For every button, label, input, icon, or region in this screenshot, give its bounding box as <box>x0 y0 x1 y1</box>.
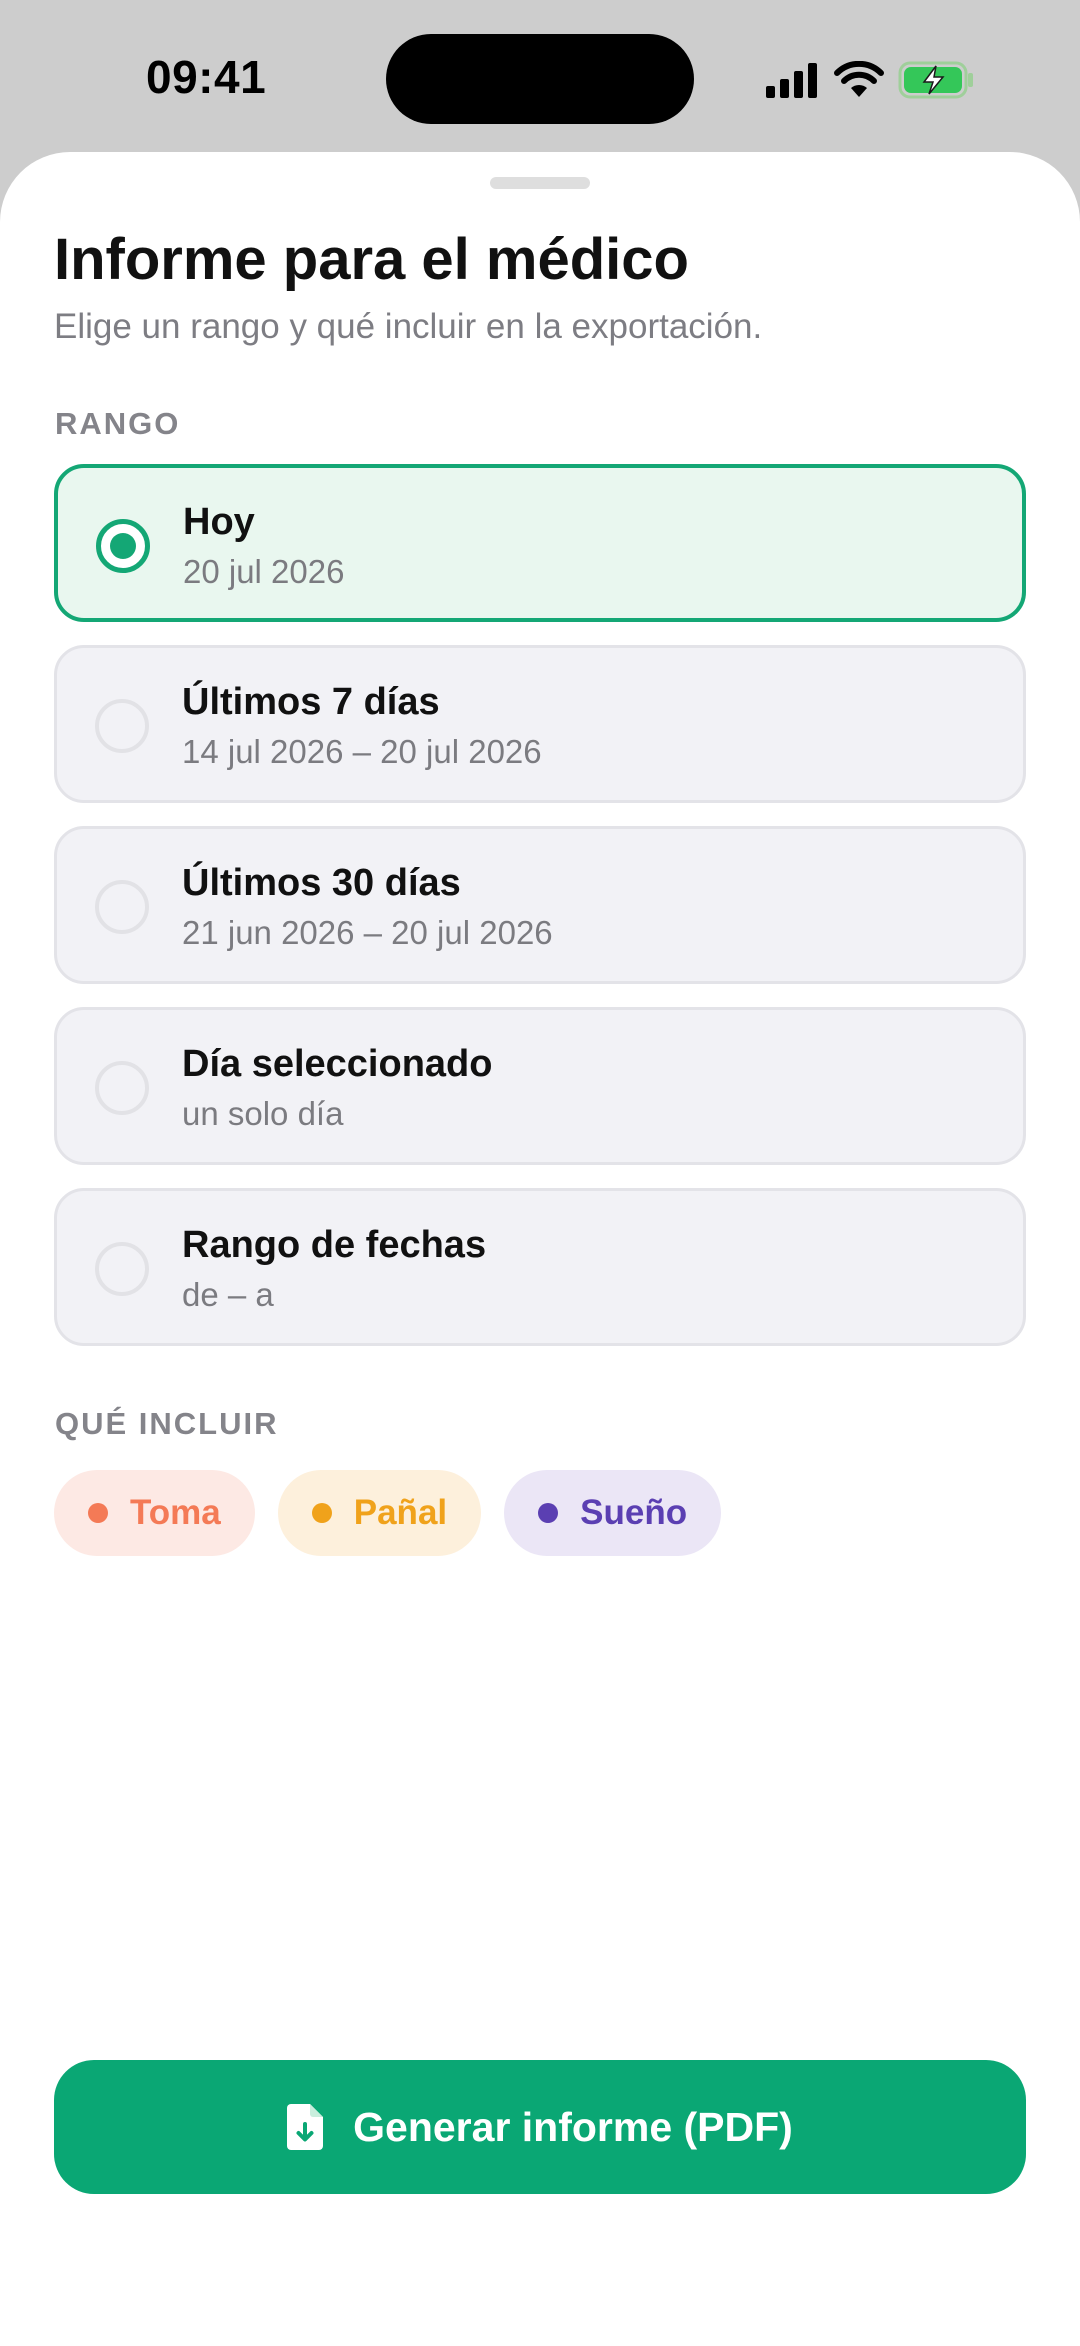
range-option-selected-day[interactable]: Día seleccionado un solo día <box>54 1007 1026 1165</box>
radio-button-selected[interactable] <box>96 519 150 573</box>
option-title: Día seleccionado <box>182 1043 493 1085</box>
status-icons <box>764 58 976 102</box>
option-subtitle: de – a <box>182 1276 274 1313</box>
radio-button[interactable] <box>95 699 149 753</box>
panal-dot-icon <box>311 1503 332 1523</box>
option-title: Últimos 7 días <box>182 681 440 723</box>
option-subtitle: 20 jul 2026 <box>183 553 345 590</box>
sheet-title: Informe para el médico <box>54 227 689 292</box>
chip-toma[interactable]: Toma <box>54 1470 255 1556</box>
cellular-signal-icon <box>766 63 817 98</box>
include-chips: Toma Pañal Sueño <box>54 1470 722 1556</box>
wifi-icon <box>834 61 884 97</box>
chip-sueno[interactable]: Sueño <box>504 1470 722 1556</box>
chip-label: Toma <box>130 1493 221 1532</box>
range-option-today[interactable]: Hoy 20 jul 2026 <box>54 464 1026 622</box>
option-subtitle: 14 jul 2026 – 20 jul 2026 <box>182 733 542 770</box>
range-option-date-range[interactable]: Rango de fechas de – a <box>54 1188 1026 1346</box>
sheet-subtitle: Elige un rango y qué incluir en la expor… <box>54 307 763 346</box>
range-option-last-7-days[interactable]: Últimos 7 días 14 jul 2026 – 20 jul 2026 <box>54 645 1026 803</box>
radio-button[interactable] <box>95 1242 149 1296</box>
option-title: Hoy <box>183 501 255 543</box>
range-section-label: RANGO <box>55 406 181 441</box>
generate-report-label: Generar informe (PDF) <box>353 2103 793 2150</box>
chip-label: Pañal <box>353 1493 448 1532</box>
include-section-label: QUÉ INCLUIR <box>55 1406 279 1441</box>
status-bar: 09:41 <box>0 0 1080 150</box>
document-download-icon <box>287 2104 324 2150</box>
sheet-grabber[interactable] <box>490 177 590 189</box>
sueno-dot-icon <box>538 1503 559 1523</box>
option-subtitle: un solo día <box>182 1095 344 1132</box>
radio-button[interactable] <box>95 1061 149 1115</box>
toma-dot-icon <box>88 1503 108 1523</box>
range-option-last-30-days[interactable]: Últimos 30 días 21 jun 2026 – 20 jul 202… <box>54 826 1026 984</box>
radio-button[interactable] <box>95 880 149 934</box>
status-time: 09:41 <box>146 51 267 103</box>
dynamic-island <box>386 34 694 124</box>
chip-panal[interactable]: Pañal <box>277 1470 482 1556</box>
chip-label: Sueño <box>580 1493 688 1532</box>
option-title: Últimos 30 días <box>182 862 461 904</box>
option-title: Rango de fechas <box>182 1224 487 1266</box>
bottom-sheet: Informe para el médico Elige un rango y … <box>0 152 1080 2346</box>
generate-report-button[interactable]: Generar informe (PDF) <box>54 2060 1026 2194</box>
battery-charging-icon <box>898 61 973 99</box>
option-subtitle: 21 jun 2026 – 20 jul 2026 <box>182 914 553 951</box>
